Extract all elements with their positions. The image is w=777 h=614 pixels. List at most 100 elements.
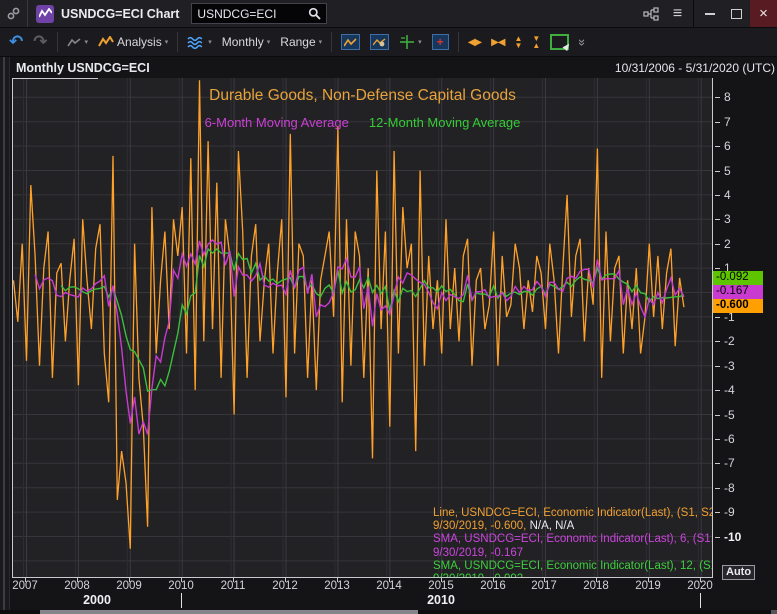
x-axis-label: 2012 bbox=[265, 580, 305, 592]
chevron-down-icon: ▾ bbox=[165, 38, 169, 46]
y-axis-label: -4 bbox=[715, 383, 735, 397]
compress-horizontal-icon: ▶◀ bbox=[491, 37, 504, 48]
horizontal-scrollbar[interactable] bbox=[0, 610, 777, 614]
series-info-line: 9/30/2019, -0.600, N/A, N/A bbox=[433, 520, 713, 533]
y-axis-label: -6 bbox=[715, 432, 735, 446]
x-axis: 2007200820092010201120122013201420152016… bbox=[12, 578, 717, 593]
link-button[interactable] bbox=[0, 0, 28, 27]
decade-separator bbox=[181, 593, 182, 608]
expand-horizontal-button[interactable]: ◀▶ bbox=[464, 35, 485, 50]
chevron-down-icon: ▾ bbox=[319, 38, 323, 46]
x-axis-label: 2017 bbox=[524, 580, 564, 592]
y-axis-label: -10 bbox=[715, 530, 741, 544]
series-info-line: Line, USNDCG=ECI, Economic Indicator(Las… bbox=[433, 507, 713, 520]
series-info-text: SMA, USNDCG=ECI, Economic Indicator(Last… bbox=[433, 533, 713, 545]
close-button[interactable]: × bbox=[750, 0, 777, 27]
maximize-button[interactable] bbox=[723, 0, 750, 27]
menu-button[interactable]: ≡ bbox=[664, 0, 691, 27]
minimize-button[interactable] bbox=[696, 0, 723, 27]
chevron-down-icon: ▾ bbox=[208, 38, 212, 46]
chart-type-button[interactable] bbox=[337, 32, 364, 52]
series-info-text: 9/30/2019, -0.167 bbox=[433, 547, 523, 559]
chart-edit-button[interactable] bbox=[366, 32, 393, 52]
range-dropdown[interactable]: Range ▾ bbox=[276, 33, 326, 51]
toolbar-separator bbox=[57, 32, 58, 52]
toolbar-separator bbox=[458, 32, 459, 52]
series-info-line: 9/30/2019, -0.167 bbox=[433, 547, 713, 560]
decade-label: 2000 bbox=[67, 593, 127, 607]
analysis-label: Analysis bbox=[117, 35, 162, 49]
chart-canvas bbox=[13, 78, 712, 577]
plot-area[interactable]: Durable Goods, Non-Defense Capital Goods… bbox=[12, 78, 713, 578]
waves-smoothing-icon bbox=[187, 36, 205, 49]
y-axis-label: 7 bbox=[715, 115, 731, 129]
scrollbar-thumb[interactable] bbox=[40, 610, 418, 614]
axis-tools-button[interactable]: ▾ bbox=[395, 32, 426, 52]
undo-button[interactable]: ↶ bbox=[5, 32, 27, 52]
decade-label: 2010 bbox=[411, 593, 471, 607]
analysis-zigzag-icon bbox=[98, 36, 114, 48]
interval-label: Monthly bbox=[222, 35, 264, 49]
search-icon[interactable] bbox=[308, 7, 321, 20]
chart-type-icon bbox=[341, 34, 360, 50]
chart-header: Monthly USNDCG=ECI 10/31/2006 - 5/31/202… bbox=[10, 57, 777, 78]
toolbar: ↶ ↷ ▾ Analysis ▾ ▾ Monthly ▾ bbox=[0, 28, 777, 57]
chevron-down-icon: ▾ bbox=[418, 38, 422, 46]
redo-button[interactable]: ↷ bbox=[29, 32, 51, 52]
undo-icon: ↶ bbox=[9, 34, 23, 50]
add-chart-button[interactable]: + bbox=[428, 32, 453, 52]
y-axis-label: -3 bbox=[715, 359, 735, 373]
chart-date-range: 10/31/2006 - 5/31/2020 (UTC) bbox=[615, 61, 775, 75]
series-info-text: Line, USNDCG=ECI, Economic Indicator(Las… bbox=[433, 507, 713, 519]
price-tag: -0.092 bbox=[713, 271, 763, 285]
app-logo bbox=[36, 5, 54, 23]
auto-scale-button[interactable]: Auto bbox=[722, 565, 755, 580]
x-axis-label: 2015 bbox=[421, 580, 461, 592]
titlebar-separator bbox=[693, 0, 694, 28]
analysis-button[interactable]: Analysis ▾ bbox=[94, 33, 172, 51]
sitemap-icon bbox=[643, 7, 659, 21]
series-info-text: SMA, USNDCG=ECI, Economic Indicator(Last… bbox=[433, 560, 713, 572]
compress-horizontal-button[interactable]: ▶◀ bbox=[487, 35, 508, 50]
chart-title: Durable Goods, Non-Defense Capital Goods bbox=[13, 87, 712, 105]
add-chart-icon: + bbox=[432, 34, 449, 50]
x-axis-label: 2018 bbox=[576, 580, 616, 592]
y-axis-label: 5 bbox=[715, 164, 731, 178]
x-axis-label: 2020 bbox=[680, 580, 720, 592]
minimize-icon bbox=[705, 13, 715, 15]
toolbar-separator bbox=[177, 32, 178, 52]
layout-link-button[interactable] bbox=[637, 0, 664, 27]
y-axis-label: 2 bbox=[715, 237, 731, 251]
maximize-icon bbox=[731, 9, 742, 19]
x-axis-label: 2007 bbox=[5, 580, 45, 592]
window-title: USNDCG=ECI Chart bbox=[61, 7, 179, 21]
chart-legend: 6-Month Moving Average 12-Month Moving A… bbox=[13, 115, 712, 130]
compress-vertical-button[interactable]: ▼▲ bbox=[528, 33, 544, 51]
series-line-main bbox=[14, 80, 684, 549]
x-axis-label: 2014 bbox=[369, 580, 409, 592]
line-style-icon bbox=[67, 37, 82, 48]
smoothing-button[interactable]: ▾ bbox=[183, 34, 216, 51]
expand-vertical-icon: ▲▼ bbox=[514, 35, 522, 49]
price-tag: -0.167 bbox=[713, 285, 763, 299]
link-icon bbox=[6, 6, 21, 21]
x-axis-decades: 2000 2010 bbox=[12, 592, 717, 609]
y-axis-label: -9 bbox=[715, 505, 735, 519]
app-chart-logo-icon bbox=[39, 8, 52, 19]
symbol-search-input[interactable]: USNDCG=ECI bbox=[191, 3, 327, 24]
x-axis-label: 2019 bbox=[628, 580, 668, 592]
symbol-search-value: USNDCG=ECI bbox=[197, 7, 304, 21]
x-axis-label: 2008 bbox=[57, 580, 97, 592]
more-tools-button[interactable]: » bbox=[575, 33, 590, 52]
expand-horizontal-icon: ◀▶ bbox=[468, 37, 481, 48]
y-axis-label: -8 bbox=[715, 481, 735, 495]
y-axis-label: 6 bbox=[715, 139, 731, 153]
axis-crosshair-icon bbox=[399, 34, 415, 50]
window-controls: ≡ × bbox=[637, 0, 777, 27]
expand-vertical-button[interactable]: ▲▼ bbox=[510, 33, 526, 51]
zoom-select-button[interactable] bbox=[546, 32, 573, 52]
line-style-button[interactable]: ▾ bbox=[63, 35, 93, 50]
toolbar-separator bbox=[331, 32, 332, 52]
series-info-text: N/A, N/A bbox=[530, 520, 575, 532]
interval-dropdown[interactable]: Monthly ▾ bbox=[218, 33, 275, 51]
